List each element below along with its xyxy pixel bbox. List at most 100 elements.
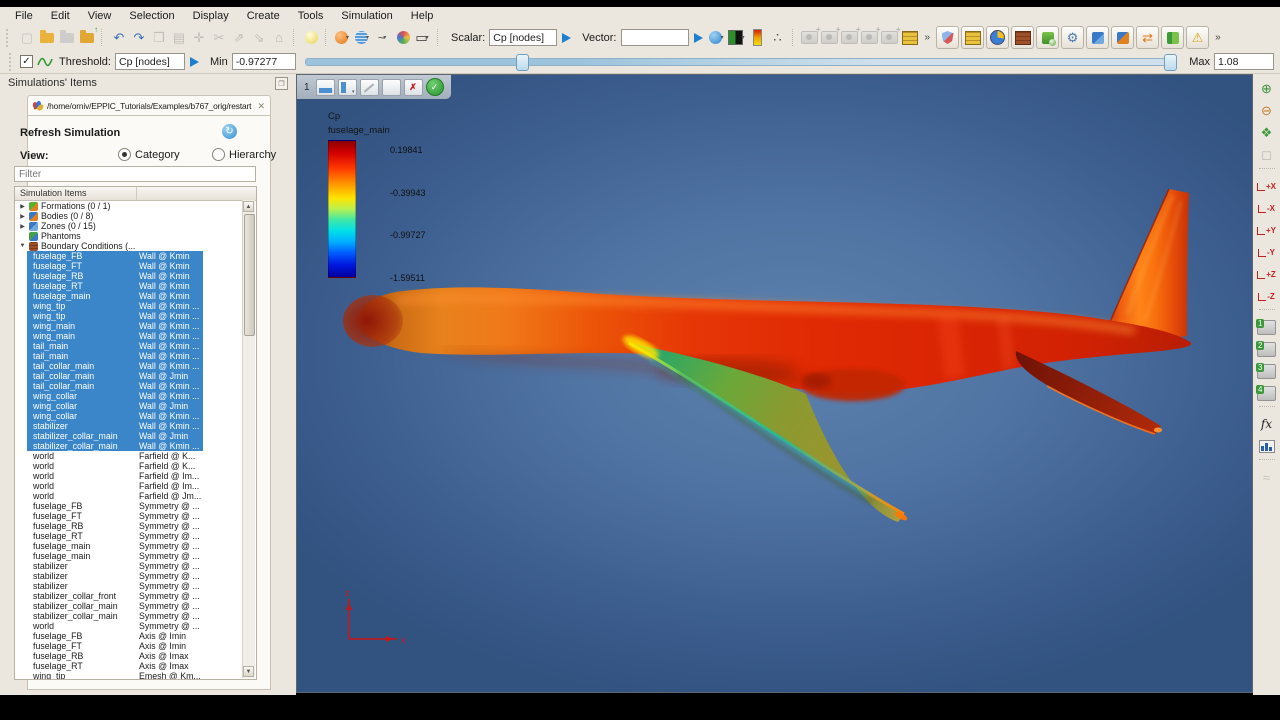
threshold-apply-button[interactable] [189, 56, 199, 67]
selection-box-icon[interactable]: ▭ ▾ [413, 28, 433, 47]
expander-icon[interactable]: ▶ [19, 213, 26, 220]
simulation-tab[interactable]: /home/orniv/EPPIC_Tutorials/Examples/b76… [27, 95, 271, 116]
hierarchy-radio-circle[interactable] [212, 148, 225, 161]
puzzle-blue-button[interactable] [1086, 26, 1110, 49]
view-plus-z-button[interactable]: +Z [1256, 264, 1278, 284]
link-views-button[interactable] [359, 78, 379, 96]
menu-view[interactable]: View [79, 8, 121, 24]
open-folder-icon[interactable] [37, 28, 57, 47]
snapshot-5-icon[interactable]: + [880, 26, 901, 47]
camera-view-4-button[interactable]: 4 [1256, 383, 1278, 403]
dropdown-arrow-icon[interactable]: ▾ [346, 35, 349, 41]
accept-view-button[interactable]: ✓ [425, 78, 444, 96]
warning-button[interactable]: ⚠ [1186, 26, 1210, 49]
boundary-condition-row[interactable]: world Farfield @ K... [27, 451, 203, 461]
filter-input[interactable] [14, 166, 256, 182]
plot-window-button[interactable] [1256, 436, 1278, 456]
tree-group-row[interactable]: ▼ Boundary Conditions (... [15, 241, 256, 251]
boundary-condition-row[interactable]: tail_collar_main Wall @ Kmin ... [27, 361, 203, 371]
boundary-condition-row[interactable]: stabilizer_collar_main Wall @ Kmin ... [27, 441, 203, 451]
expander-icon[interactable]: ▼ [19, 243, 26, 249]
boundary-condition-row[interactable]: wing_collar Wall @ Jmin [27, 401, 203, 411]
boundary-condition-row[interactable]: fuselage_main Wall @ Kmin [27, 291, 203, 301]
tree-group-row[interactable]: Phantoms [15, 231, 256, 241]
shield-check-button[interactable] [936, 26, 960, 49]
snapshot-2-icon[interactable]: + [820, 26, 841, 47]
camera-view-2-button[interactable]: 2 [1256, 339, 1278, 359]
layers-waves-icon[interactable]: ≈ [1256, 467, 1278, 487]
export-view-icon[interactable]: ⇗ [229, 28, 249, 47]
puzzle-orange-button[interactable] [1111, 26, 1135, 49]
scalar-input[interactable] [489, 29, 558, 46]
graph-nodes-icon[interactable]: ∴ [768, 28, 788, 47]
boundary-condition-row[interactable]: tail_main Wall @ Kmin ... [27, 341, 203, 351]
snapshot-3-icon[interactable]: + [840, 26, 861, 47]
scrollbar-thumb[interactable] [244, 214, 255, 336]
menu-display[interactable]: Display [184, 8, 238, 24]
boundary-condition-row[interactable]: fuselage_main Symmetry @ ... [27, 541, 203, 551]
menu-simulation[interactable]: Simulation [332, 8, 401, 24]
split-horizontal-button[interactable]: ▾ [315, 78, 335, 96]
boundary-condition-row[interactable]: fuselage_RB Axis @ Imax [27, 651, 203, 661]
category-radio[interactable]: Category [118, 148, 180, 161]
fit-view-icon[interactable]: ❖ [1256, 123, 1278, 143]
tab-close-icon[interactable]: ✕ [257, 101, 265, 112]
colorbar-icon[interactable] [748, 28, 768, 47]
boundary-condition-row[interactable]: wing_collar Wall @ Kmin ... [27, 411, 203, 421]
dropdown-arrow-icon[interactable]: ▾ [383, 35, 386, 41]
light-bulb-icon[interactable] [301, 28, 321, 47]
boundary-condition-row[interactable]: fuselage_FB Symmetry @ ... [27, 501, 203, 511]
hierarchy-radio[interactable]: Hierarchy [212, 148, 276, 161]
zoom-box-icon[interactable]: ◻ [1256, 145, 1278, 165]
split-vertical-button[interactable]: ▾ [337, 78, 357, 96]
save-folder-icon[interactable] [57, 28, 77, 47]
close-view-button[interactable]: ✗ [403, 78, 423, 96]
wrench-button[interactable]: ⚙ [1061, 26, 1085, 49]
curve-style-icon[interactable]: ~ ▾ [373, 28, 393, 47]
brick-wall-button[interactable] [1011, 26, 1035, 49]
view-plus-y-button[interactable]: +Y [1256, 220, 1278, 240]
boundary-condition-row[interactable]: stabilizer Wall @ Kmin ... [27, 421, 203, 431]
boundary-condition-row[interactable]: fuselage_main Symmetry @ ... [27, 551, 203, 561]
boundary-condition-row[interactable]: wing_collar Wall @ Kmin ... [27, 391, 203, 401]
boundary-condition-row[interactable]: fuselage_FB Axis @ Imin [27, 631, 203, 641]
tree-header[interactable]: Simulation Items [15, 187, 256, 201]
view-minus-x-button[interactable]: -X [1256, 198, 1278, 218]
threshold-max-handle[interactable] [1164, 53, 1178, 71]
menu-create[interactable]: Create [238, 8, 289, 24]
scalar-apply-button[interactable] [562, 32, 572, 43]
boundary-condition-row[interactable]: fuselage_FT Symmetry @ ... [27, 511, 203, 521]
boundary-condition-row[interactable]: tail_collar_main Wall @ Kmin ... [27, 381, 203, 391]
new-file-icon[interactable]: ▢ [17, 28, 37, 47]
import-folder-icon[interactable]: ↑ [77, 26, 98, 47]
boundary-condition-row[interactable]: world Symmetry @ ... [27, 621, 203, 631]
dropdown-arrow-icon[interactable]: ▾ [426, 35, 429, 41]
dropdown-arrow-icon[interactable]: ▾ [366, 35, 369, 41]
menu-help[interactable]: Help [402, 8, 443, 24]
simulation-items-tree[interactable]: Simulation Items ▶ Formations (0 / 1) ▶ Bod… [14, 186, 257, 680]
boundary-condition-row[interactable]: fuselage_RT Axis @ Imax [27, 661, 203, 671]
cut-icon[interactable]: ✂ [209, 28, 229, 47]
threshold-min-handle[interactable] [515, 53, 529, 71]
boundary-condition-row[interactable]: fuselage_RB Symmetry @ ... [27, 521, 203, 531]
snapshot-4-icon[interactable]: + [860, 26, 881, 47]
snapshot-1-icon[interactable]: + [800, 26, 821, 47]
boundary-condition-row[interactable]: wing_main Wall @ Kmin ... [27, 321, 203, 331]
pie-globe-button[interactable] [986, 26, 1010, 49]
move-icon[interactable]: ✛ [189, 28, 209, 47]
boundary-condition-row[interactable]: fuselage_RT Wall @ Kmin [27, 281, 203, 291]
texture-box-icon[interactable] [900, 28, 920, 47]
boundary-condition-row[interactable]: stabilizer Symmetry @ ... [27, 571, 203, 581]
mesh-display-icon[interactable]: ▾ [353, 28, 373, 47]
menu-edit[interactable]: Edit [42, 8, 79, 24]
delete-icon[interactable]: ▤ [169, 28, 189, 47]
boundary-condition-row[interactable]: world Farfield @ Jm... [27, 491, 203, 501]
render-viewport[interactable]: 1 ▾ ▾ ✗ ✓ Cp fuselage_main 0.19841 -0.399… [296, 74, 1253, 693]
boundary-condition-row[interactable]: stabilizer Symmetry @ ... [27, 561, 203, 571]
threshold-checkbox[interactable]: ✓ [20, 55, 33, 68]
boundary-condition-row[interactable]: stabilizer_collar_main Symmetry @ ... [27, 601, 203, 611]
scalar-settings-icon[interactable]: ▾ [708, 28, 728, 47]
tree-group-row[interactable]: ▶ Bodies (0 / 8) [15, 211, 256, 221]
boundary-condition-row[interactable]: wing_main Wall @ Kmin ... [27, 331, 203, 341]
menu-tools[interactable]: Tools [289, 8, 333, 24]
